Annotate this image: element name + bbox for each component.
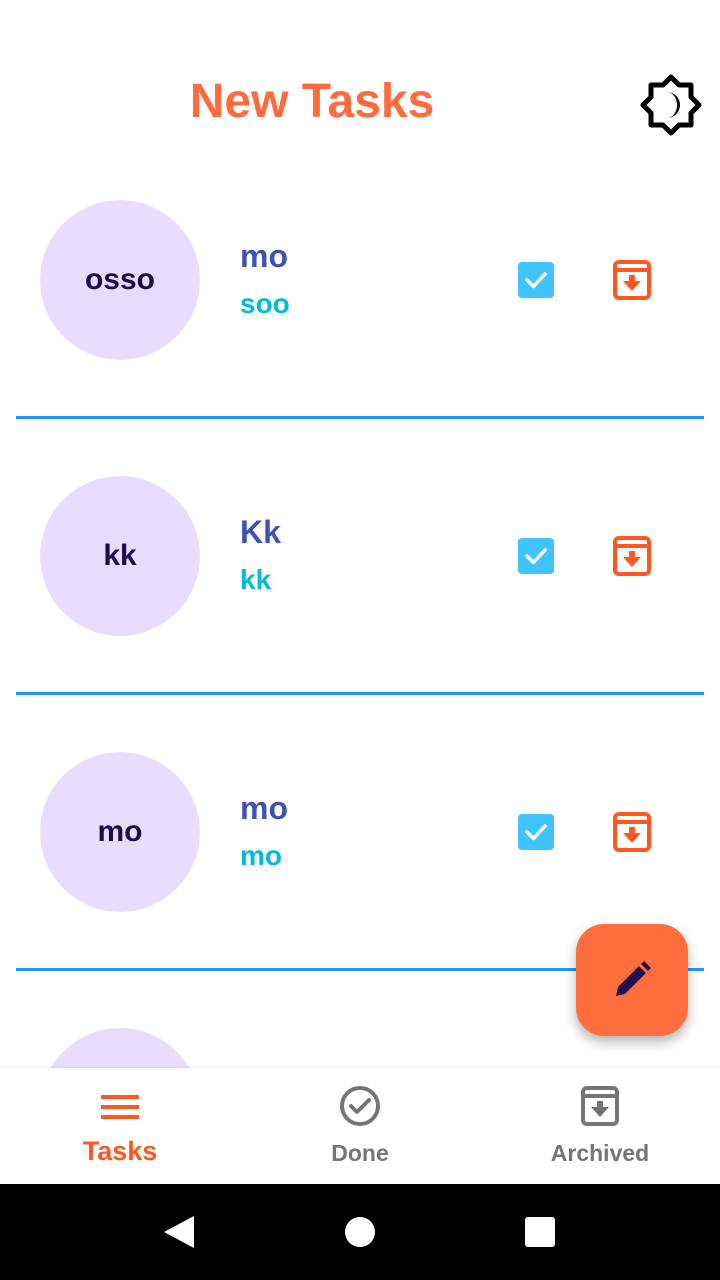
- nav-label: Tasks: [82, 1136, 158, 1166]
- page-title: New Tasks: [189, 75, 435, 128]
- task-title: mo: [240, 790, 288, 826]
- menu-icon: [96, 1084, 144, 1132]
- task-title: Kk: [240, 514, 281, 550]
- check-icon: [525, 824, 547, 841]
- archive-icon: [613, 260, 651, 300]
- nav-label: Archived: [550, 1140, 650, 1166]
- home-icon[interactable]: [345, 1217, 375, 1247]
- done-checkbox[interactable]: [518, 262, 554, 298]
- divider: [16, 416, 704, 419]
- archive-icon: [613, 812, 651, 852]
- check-icon: [525, 548, 547, 565]
- archive-button[interactable]: [610, 534, 654, 578]
- app-bar: New Tasks: [0, 0, 720, 160]
- done-checkbox[interactable]: [518, 538, 554, 574]
- avatar: mo: [40, 752, 200, 912]
- bottom-navigation: Tasks Done Archived: [0, 1068, 720, 1184]
- nav-tab-done[interactable]: Done: [240, 1068, 480, 1184]
- recent-apps-icon[interactable]: [525, 1217, 555, 1247]
- edit-pencil-icon: [616, 961, 651, 996]
- add-task-fab[interactable]: [576, 924, 688, 1036]
- check-icon: [525, 272, 547, 289]
- task-subtitle: soo: [240, 288, 290, 319]
- task-subtitle: kk: [240, 564, 272, 595]
- back-icon[interactable]: [162, 1214, 196, 1250]
- avatar: kk: [40, 476, 200, 636]
- archive-icon: [576, 1084, 624, 1132]
- archive-icon: [613, 536, 651, 576]
- task-subtitle: mo: [240, 840, 282, 871]
- archive-button[interactable]: [610, 810, 654, 854]
- check-circle-icon: [336, 1084, 384, 1132]
- task-title: mo: [240, 238, 288, 274]
- nav-label: Done: [331, 1140, 389, 1166]
- divider: [16, 692, 704, 695]
- avatar: [40, 1028, 200, 1068]
- nav-tab-archived[interactable]: Archived: [480, 1068, 720, 1184]
- task-item[interactable]: kk Kk kk: [0, 436, 720, 712]
- brightness-moon-icon[interactable]: [640, 74, 702, 136]
- avatar: osso: [40, 200, 200, 360]
- done-checkbox[interactable]: [518, 814, 554, 850]
- archive-button[interactable]: [610, 258, 654, 302]
- task-item[interactable]: osso mo soo: [0, 160, 720, 436]
- nav-tab-tasks[interactable]: Tasks: [0, 1068, 240, 1184]
